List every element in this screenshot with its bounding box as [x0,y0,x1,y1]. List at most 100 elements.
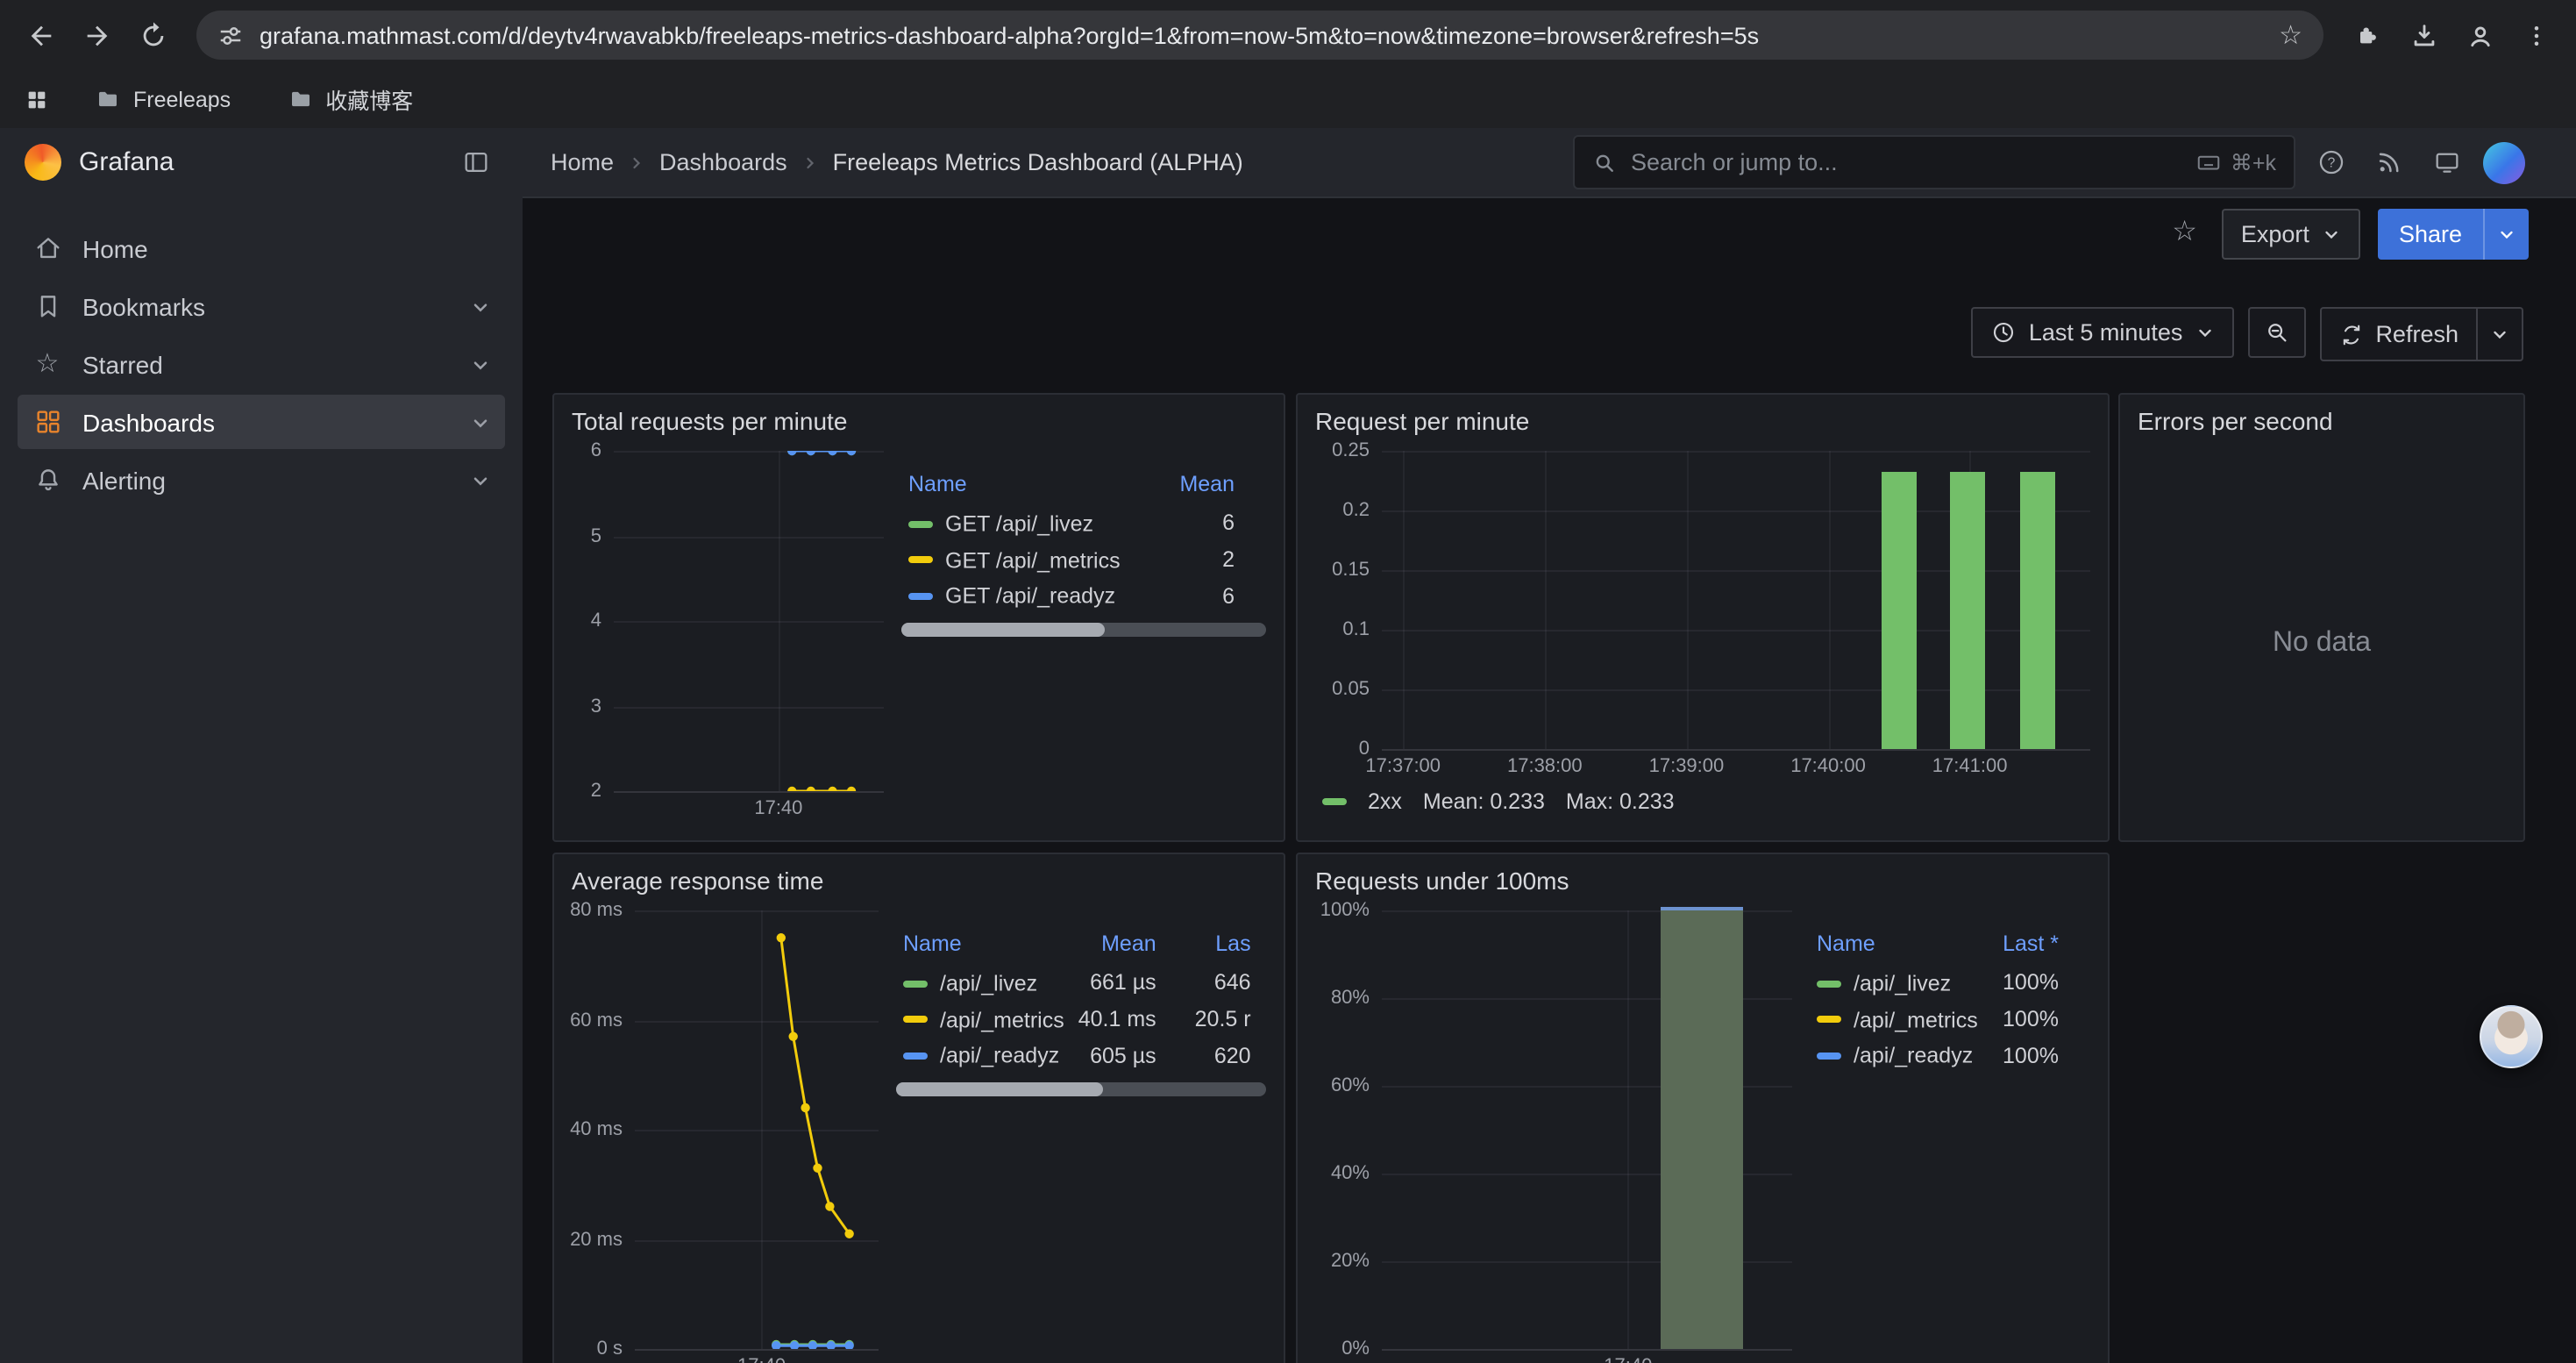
panel-legend: 2xx Mean: 0.233 Max: 0.233 [1315,781,2090,823]
url-bar[interactable]: grafana.mathmast.com/d/deytv4rwavabkb/fr… [196,11,2323,60]
chevron-down-icon[interactable] [470,296,491,317]
y-tick-label: 0% [1341,1338,1370,1359]
legend-column-header[interactable]: Name [896,928,1071,965]
share-button[interactable]: Share [2378,208,2529,259]
series-label[interactable]: GET /api/_metrics [945,548,1121,573]
refresh-button[interactable]: Refresh [2319,307,2523,361]
legend-scrollbar[interactable] [901,623,1266,637]
panel-title[interactable]: Total requests per minute [554,395,1284,447]
panel-title[interactable]: Average response time [554,854,1284,907]
bookmark-folder-blog[interactable]: 收藏博客 [276,81,423,118]
legend-column-header[interactable]: Mean [1071,928,1188,965]
legend-column-header[interactable]: Mean [1159,468,1266,505]
breadcrumb-separator-icon [801,153,819,171]
x-tick-label: 17:41:00 [1932,756,2008,777]
sidebar-item-bookmarks[interactable]: Bookmarks [18,279,505,333]
series-label[interactable]: GET /api/_livez [945,511,1093,536]
x-tick-label: 17:40 [754,798,802,819]
export-button[interactable]: Export [2222,208,2360,259]
bookmark-label: Freeleaps [133,87,231,111]
y-tick-label: 0.05 [1332,679,1370,700]
bar-chart: 0%20%40%60%80%100% 17:40 [1315,910,1792,1363]
chevron-down-icon[interactable] [470,411,491,432]
series-label[interactable]: /api/_readyz [1854,1044,1973,1068]
folder-icon [287,86,313,112]
y-tick-label: 80% [1331,988,1370,1009]
line-chart: 0 s20 ms40 ms60 ms80 ms 17:40 [572,910,879,1363]
panel-title[interactable]: Requests under 100ms [1298,854,2108,907]
legend-scrollbar-thumb[interactable] [901,623,1106,637]
series-label[interactable]: 2xx [1368,789,1402,814]
series-label[interactable]: /api/_readyz [940,1044,1059,1068]
series-label[interactable]: /api/_livez [1854,971,1951,995]
help-icon[interactable]: ? [2309,140,2353,184]
panel-title[interactable]: Errors per second [2120,395,2523,447]
site-info-icon[interactable] [217,22,244,48]
legend-column-header[interactable]: Name [901,468,1159,505]
search-shortcut: ⌘+k [2195,149,2276,175]
caret-down-icon [2322,224,2341,243]
dashboard-actions: ☆ Export Share [523,198,2576,268]
browser-profile-icon[interactable] [2453,9,2506,61]
browser-menu-icon[interactable] [2509,9,2562,61]
refresh-main[interactable]: Refresh [2321,309,2476,360]
line-chart: 23456 17:40 [572,451,884,823]
breadcrumb-dashboards[interactable]: Dashboards [659,149,787,175]
grafana-sidebar: Grafana Home Bookmarks [0,128,523,1363]
legend-column-header[interactable]: Las [1188,928,1266,965]
share-label[interactable]: Share [2378,208,2483,259]
refresh-interval-caret[interactable] [2476,309,2522,360]
legend-column-header[interactable]: Name [1810,928,1992,965]
extensions-icon[interactable] [2341,9,2394,61]
time-range-picker[interactable]: Last 5 minutes [1971,307,2234,358]
assistant-avatar-button[interactable] [2480,1005,2543,1068]
zoom-out-icon[interactable] [2247,307,2305,358]
series-swatch [1322,798,1347,805]
legend-row: GET /api/_livez6 [901,505,1266,541]
series-label[interactable]: /api/_metrics [1854,1008,1978,1032]
apps-grid-icon[interactable] [25,87,49,111]
sidebar-item-dashboards[interactable]: Dashboards [18,395,505,449]
plot-area [614,451,884,791]
bookmark-folder-freeleaps[interactable]: Freeleaps [84,84,241,114]
series-label[interactable]: /api/_metrics [940,1008,1064,1032]
legend-scrollbar-thumb[interactable] [896,1082,1103,1096]
y-tick-label: 0.1 [1342,619,1370,640]
bar-chart: 00.050.10.150.20.25 17:37:0017:38:0017:3… [1315,451,2090,781]
sidebar-item-starred[interactable]: ☆ Starred [18,337,505,391]
grafana-logo-icon[interactable] [25,144,61,181]
clock-icon [1990,319,2017,346]
sidebar-collapse-icon[interactable] [454,140,498,184]
legend-value: 100% [1992,1001,2090,1037]
series-swatch [903,1053,928,1060]
sidebar-item-label: Dashboards [82,408,451,436]
back-icon[interactable] [14,9,67,61]
chevron-down-icon[interactable] [470,353,491,375]
panel-errors-per-second: Errors per second No data [2118,393,2525,842]
breadcrumb-home[interactable]: Home [551,149,614,175]
x-tick-label: 17:39:00 [1649,756,1725,777]
series-label[interactable]: GET /api/_readyz [945,584,1115,609]
user-avatar[interactable] [2483,141,2525,183]
legend-scrollbar[interactable] [896,1082,1266,1096]
series-label[interactable]: /api/_livez [940,971,1037,995]
share-caret-icon[interactable] [2483,208,2529,259]
panel-request-per-minute: Request per minute 00.050.10.150.20.25 1… [1296,393,2110,842]
y-tick-label: 40 ms [570,1119,623,1140]
display-icon[interactable] [2425,140,2469,184]
search-input[interactable]: Search or jump to... ⌘+k [1573,135,2295,189]
bookmark-star-icon[interactable]: ☆ [2279,22,2302,48]
legend-value: 2 [1159,541,1266,577]
sidebar-item-alerting[interactable]: Alerting [18,453,505,507]
reload-icon[interactable] [126,9,179,61]
legend-column-header[interactable]: Last * [1992,928,2090,965]
y-tick-label: 0.25 [1332,440,1370,461]
forward-icon[interactable] [70,9,123,61]
sidebar-item-home[interactable]: Home [18,221,505,275]
favorite-star-icon[interactable]: ☆ [2165,212,2204,254]
url-text: grafana.mathmast.com/d/deytv4rwavabkb/fr… [260,22,2263,48]
news-rss-icon[interactable] [2367,140,2411,184]
chevron-down-icon[interactable] [470,469,491,490]
downloads-icon[interactable] [2397,9,2450,61]
panel-title[interactable]: Request per minute [1298,395,2108,447]
